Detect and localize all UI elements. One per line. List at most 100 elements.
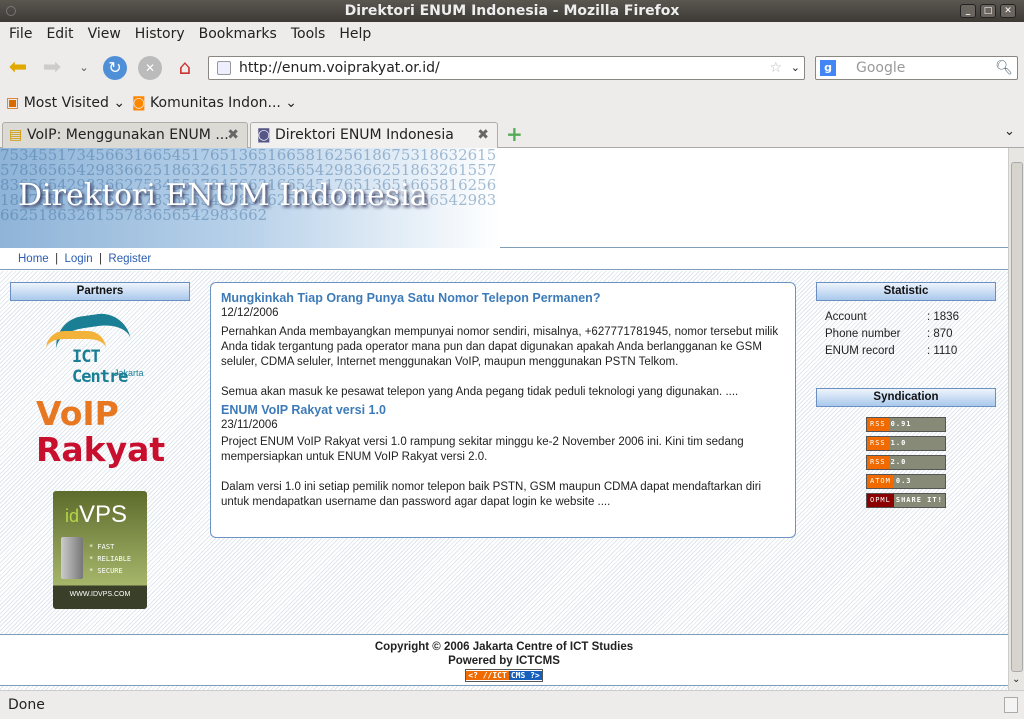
badge-left: <? //ICT: [466, 671, 509, 680]
idvps-logo[interactable]: idVPS * FAST * RELIABLE * SECURE WWW.IDVPS…: [53, 491, 147, 609]
window-title: Direktori ENUM Indonesia - Mozilla Firef…: [344, 3, 680, 19]
atom-badge[interactable]: ATOM 0.3: [866, 474, 946, 489]
search-icon[interactable]: 🔍︎: [995, 57, 1013, 79]
bookmarks-toolbar: ▣ Most Visited ⌄ ◙ Komunitas Indon... ⌄: [0, 92, 1024, 116]
resize-grip-icon[interactable]: [1004, 697, 1018, 713]
badge-right: CMS ?>: [508, 671, 542, 680]
badge-right: 0.91: [890, 420, 912, 428]
rss-20-badge[interactable]: RSS 2.0: [866, 455, 946, 470]
news-box: Mungkinkah Tiap Orang Punya Satu Nomor T…: [210, 282, 796, 538]
logo-text: * FAST: [89, 543, 115, 551]
logo-text: Rakyat: [36, 430, 166, 469]
powered-by: Powered by ICTCMS: [448, 655, 560, 667]
logo-text: * SECURE: [89, 567, 123, 575]
menu-file[interactable]: File: [2, 22, 39, 48]
nav-login[interactable]: Login: [64, 253, 92, 265]
rss-10-badge[interactable]: RSS 1.0: [866, 436, 946, 451]
menu-history[interactable]: History: [128, 22, 192, 48]
minimize-button[interactable]: _: [960, 4, 976, 18]
bookmark-komunitas[interactable]: ◙ Komunitas Indon... ⌄: [132, 95, 297, 111]
logo-text: WWW.IDVPS.COM: [69, 591, 131, 598]
site-banner: 7534551734566316654517651365166581625618…: [0, 148, 1008, 248]
tab-direktori[interactable]: ◙ Direktori ENUM Indonesia ✖: [250, 122, 498, 149]
nav-register[interactable]: Register: [108, 253, 151, 265]
url-input[interactable]: http://enum.voiprakyat.or.id/ ☆ ⌄: [208, 56, 805, 80]
tab-favicon-icon: ◙: [257, 127, 271, 143]
stat-value: : 1110: [927, 345, 958, 357]
menu-tools[interactable]: Tools: [284, 22, 333, 48]
menu-help[interactable]: Help: [332, 22, 378, 48]
forward-icon[interactable]: ➡: [40, 56, 64, 80]
badge-left: OPML: [867, 494, 894, 507]
close-tab-icon[interactable]: ✖: [227, 123, 239, 147]
news-paragraph: Semua akan masuk ke pesawat telepon yang…: [221, 386, 739, 398]
tab-voip[interactable]: ▤ VoIP: Menggunakan ENUM ... ✖: [2, 122, 248, 148]
badge-left: RSS: [867, 456, 889, 469]
close-tab-icon[interactable]: ✖: [477, 123, 489, 147]
tab-bar: ▤ VoIP: Menggunakan ENUM ... ✖ ◙ Direktor…: [0, 120, 1024, 149]
scrollbar-thumb[interactable]: [1011, 162, 1023, 672]
stop-icon[interactable]: ✕: [138, 56, 162, 80]
stat-label: Phone number: [825, 328, 901, 340]
footer: Copyright © 2006 Jakarta Centre of ICT S…: [0, 636, 1008, 686]
bookmark-label: Komunitas Indon...: [150, 95, 281, 111]
status-bar: Done: [0, 690, 1024, 718]
badge-right: 2.0: [890, 458, 907, 466]
tab-list-icon[interactable]: ⌄: [1004, 124, 1015, 139]
page-content: 7534551734566316654517651365166581625618…: [0, 148, 1008, 690]
home-icon[interactable]: ⌂: [173, 55, 197, 79]
news-date: 23/11/2006: [221, 419, 278, 431]
statistic-header: Statistic: [816, 282, 996, 301]
bookmark-label: Most Visited: [23, 95, 109, 111]
logo-text: id: [65, 506, 80, 526]
window-title-bar: Direktori ENUM Indonesia - Mozilla Firef…: [0, 0, 1024, 22]
folder-icon: ▣: [6, 95, 20, 111]
news-date: 12/12/2006: [221, 307, 279, 319]
menu-bookmarks[interactable]: Bookmarks: [192, 22, 284, 48]
rss-091-badge[interactable]: RSS 0.91: [866, 417, 946, 432]
url-dropdown-icon[interactable]: ⌄: [791, 57, 800, 79]
news-title[interactable]: ENUM VoIP Rakyat versi 1.0: [221, 403, 785, 418]
partners-header: Partners: [10, 282, 190, 301]
news-title[interactable]: Mungkinkah Tiap Orang Punya Satu Nomor T…: [221, 291, 785, 306]
ictcms-badge[interactable]: <? //ICT CMS ?>: [465, 669, 543, 682]
badge-right: SHARE IT!: [895, 496, 943, 504]
tab-label: VoIP: Menggunakan ENUM ...: [27, 127, 229, 143]
close-window-button[interactable]: ✕: [1000, 4, 1016, 18]
bookmark-most-visited[interactable]: ▣ Most Visited ⌄: [6, 95, 125, 111]
reload-icon[interactable]: ↻: [103, 56, 127, 80]
logo-text: VoIP: [36, 394, 119, 433]
bookmark-star-icon[interactable]: ☆: [769, 57, 782, 79]
maximize-button[interactable]: □: [980, 4, 996, 18]
nav-home[interactable]: Home: [18, 253, 49, 265]
site-title: Direktori ENUM Indonesia: [18, 178, 428, 213]
tab-label: Direktori ENUM Indonesia: [275, 127, 454, 143]
site-identity-icon[interactable]: [217, 61, 231, 75]
search-input[interactable]: g Google 🔍︎: [815, 56, 1018, 80]
opml-badge[interactable]: OPML SHARE IT!: [866, 493, 946, 508]
new-tab-icon[interactable]: +: [506, 122, 523, 146]
history-dropdown-icon[interactable]: ⌄: [72, 56, 96, 80]
google-engine-icon[interactable]: g: [820, 60, 836, 76]
top-nav: Home | Login | Register: [0, 249, 1008, 270]
copyright: Copyright © 2006 Jakarta Centre of ICT S…: [374, 641, 634, 653]
badge-right: 1.0: [890, 439, 907, 447]
badge-right: 0.3: [895, 477, 912, 485]
voip-rakyat-logo[interactable]: VoIP Rakyat: [36, 396, 166, 468]
server-icon: [61, 537, 83, 579]
back-icon[interactable]: ⬅: [6, 56, 30, 80]
stat-value: : 1836: [927, 311, 959, 323]
menu-bar: File Edit View History Bookmarks Tools H…: [0, 22, 1024, 48]
news-paragraph: Pernahkan Anda membayangkan mempunyai no…: [221, 326, 779, 368]
page-body: Partners ICT Centre Jakarta VoIP Rakyat …: [0, 271, 1008, 635]
badge-left: ATOM: [867, 475, 894, 488]
ict-centre-logo[interactable]: ICT Centre Jakarta: [44, 309, 159, 387]
menu-view[interactable]: View: [81, 22, 128, 48]
status-text: Done: [8, 697, 45, 713]
tab-favicon-icon: ▤: [9, 127, 23, 143]
vertical-scrollbar[interactable]: ⌄: [1008, 148, 1024, 690]
scroll-down-icon[interactable]: ⌄: [1012, 674, 1020, 685]
window-menu-icon[interactable]: [6, 6, 16, 16]
menu-edit[interactable]: Edit: [39, 22, 80, 48]
logo-text: Jakarta: [114, 368, 144, 378]
